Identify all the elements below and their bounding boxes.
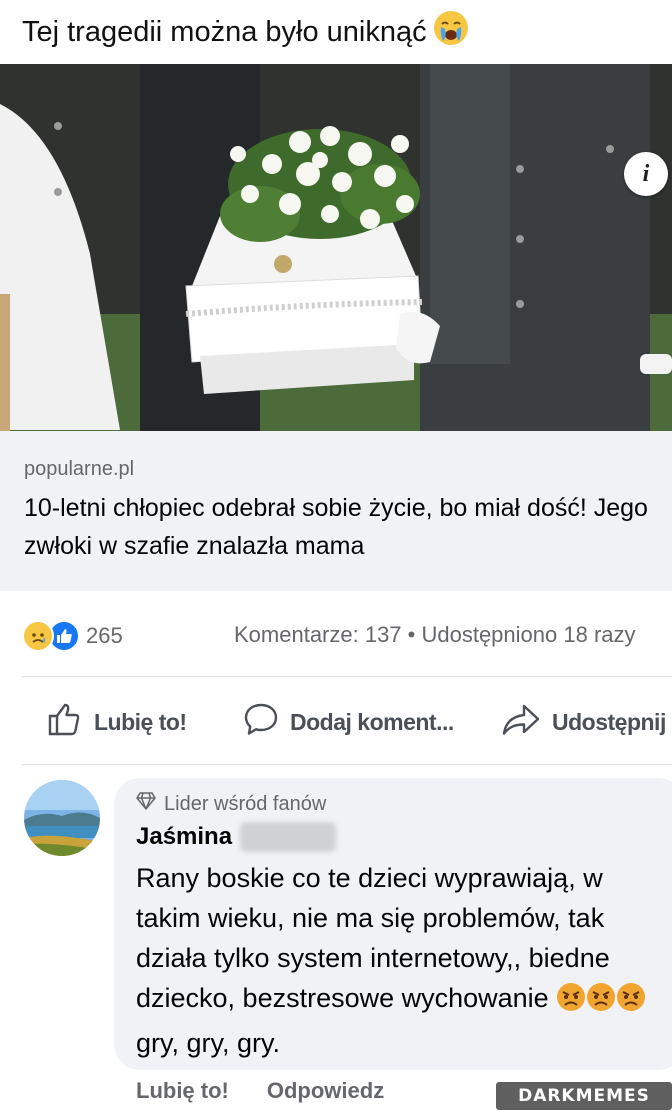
reactions-summary[interactable]: 265 — [22, 620, 123, 652]
link-domain: popularne.pl — [24, 458, 135, 480]
post-caption-text: Tej tragedii można było uniknąć — [22, 16, 427, 48]
watermark: DARKMEMES — [496, 1082, 672, 1110]
link-preview[interactable]: popularne.pl 10-letni chłopiec odebrał s… — [0, 431, 672, 591]
post-actions: Lubię to! Dodaj koment... Udostępnij — [0, 690, 672, 750]
top-fan-badge: Lider wśród fanów — [136, 792, 672, 816]
comment-actions: Lubię to! Odpowiedz — [136, 1078, 384, 1104]
diamond-icon — [136, 792, 164, 816]
comment-text: Rany boskie co te dzieci wyprawiają, w t… — [136, 858, 666, 1063]
angry-face-icon — [616, 982, 646, 1023]
share-arrow-icon — [500, 700, 552, 744]
reaction-count: 265 — [86, 623, 123, 648]
angry-face-icon — [586, 982, 616, 1023]
comment-body: Rany boskie co te dzieci wyprawiają, w t… — [136, 863, 610, 1013]
info-icon[interactable]: i — [624, 152, 668, 196]
comment-author[interactable]: Jaśmina — [136, 822, 672, 852]
post-photo[interactable]: i — [0, 64, 672, 431]
like-button[interactable]: Lubię to! — [46, 700, 187, 744]
thumbs-up-icon — [46, 700, 94, 744]
avatar[interactable] — [24, 780, 100, 856]
comment-button[interactable]: Dodaj koment... — [242, 700, 454, 744]
share-button[interactable]: Udostępnij — [500, 700, 666, 744]
comment-body-end: gry, gry, gry. — [136, 1028, 281, 1058]
comment-reply-button[interactable]: Odpowiedz — [267, 1078, 384, 1104]
share-label: Udostępnij — [552, 708, 666, 735]
speech-bubble-icon — [242, 700, 290, 744]
comment-like-button[interactable]: Lubię to! — [136, 1078, 229, 1104]
post-caption: Tej tragedii można było uniknąć — [22, 10, 662, 55]
post-stats: 265 Komentarze: 137 • Udostępniono 18 ra… — [0, 612, 672, 656]
divider — [22, 764, 672, 765]
comment-label: Dodaj koment... — [290, 708, 454, 735]
sad-reaction-icon — [22, 620, 54, 652]
divider — [22, 676, 672, 677]
angry-face-icon — [556, 982, 586, 1023]
link-title[interactable]: 10-letni chłopiec odebrał sobie życie, b… — [24, 489, 664, 565]
comments-shares-count[interactable]: Komentarze: 137 • Udostępniono 18 razy — [234, 622, 636, 648]
author-name: Jaśmina — [136, 823, 233, 850]
badge-label: Lider wśród fanów — [164, 792, 327, 815]
crying-face-icon — [433, 10, 469, 55]
comment-bubble: Lider wśród fanów Jaśmina Rany boskie co… — [114, 778, 672, 1070]
like-label: Lubię to! — [94, 708, 187, 735]
redacted-surname — [240, 822, 337, 852]
